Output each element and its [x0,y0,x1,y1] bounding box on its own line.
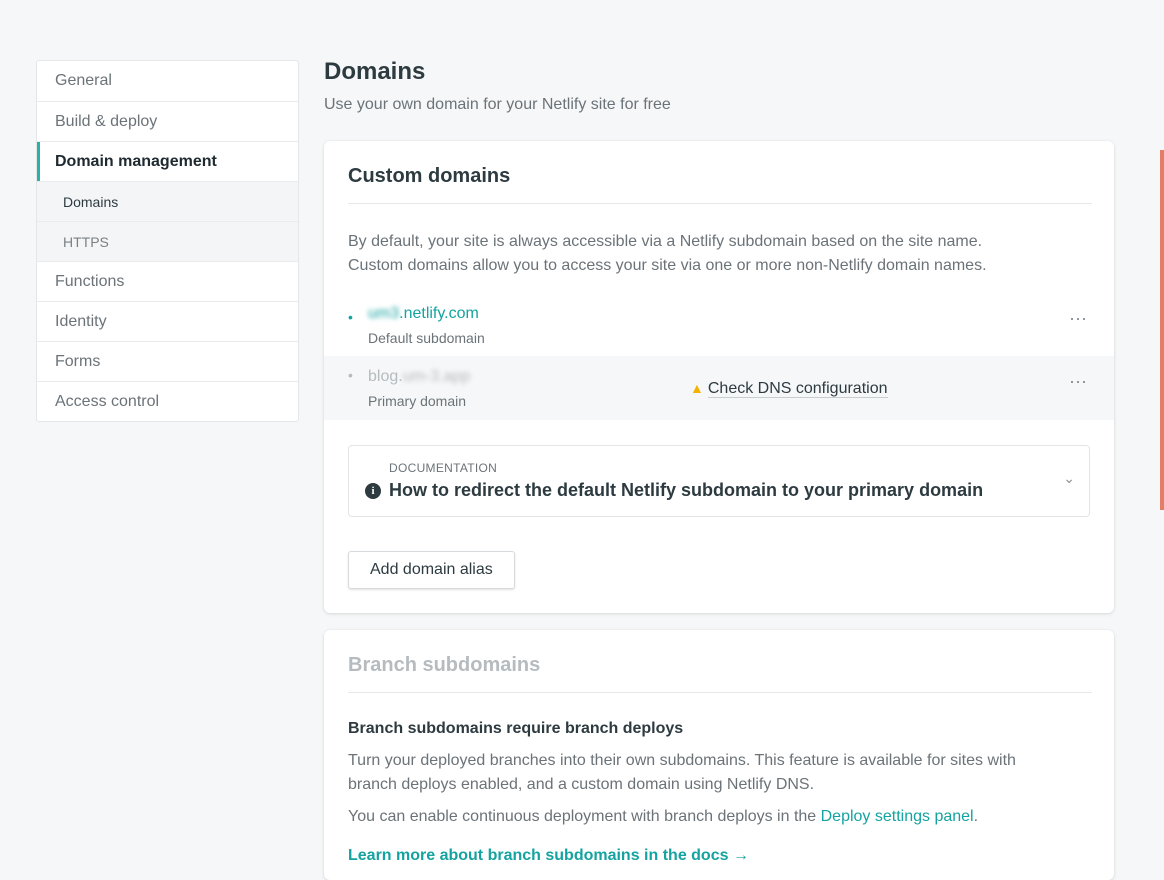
doc-kicker: DOCUMENTATION [389,461,498,475]
learn-more-link[interactable]: Learn more about branch subdomains in th… [348,847,749,865]
sidebar-item-functions[interactable]: Functions [37,261,298,301]
divider [348,203,1092,204]
domain-name-text: .netlify.com [399,305,479,322]
sidebar-item-general[interactable]: General [37,61,298,101]
domain-name-text: blog. [368,368,403,385]
card-title: Branch subdomains [348,654,541,676]
settings-sidebar: General Build & deploy Domain management… [36,60,299,422]
divider [348,692,1092,693]
enable-suffix: . [973,808,979,825]
sidebar-subitem-domains[interactable]: Domains [37,181,298,221]
card-title: Custom domains [348,165,511,187]
domain-name-redacted: um3 [368,305,400,322]
domain-name-link[interactable]: um3.netlify.com [368,305,479,323]
enable-prefix: You can enable continuous deployment wit… [348,808,821,825]
domain-row-primary: • blog.um-3.app Primary domain ▲ Check DN… [324,356,1114,420]
description-line-1: By default, your site is always accessib… [348,233,983,250]
bullet-icon: • [348,367,353,383]
description-line-2: Custom domains allow you to access your … [348,257,987,274]
doc-title: How to redirect the default Netlify subd… [389,480,984,500]
custom-domains-card: Custom domains By default, your site is … [324,141,1114,613]
sidebar-item-identity[interactable]: Identity [37,301,298,341]
check-dns-link[interactable]: Check DNS configuration [707,380,888,398]
section-heading: Branch subdomains require branch deploys [348,720,684,737]
sidebar-item-build-deploy[interactable]: Build & deploy [37,101,298,141]
warning-icon: ▲ [690,380,704,396]
bullet-icon: • [348,309,353,325]
documentation-expander[interactable]: DOCUMENTATION i How to redirect the defa… [348,445,1090,517]
domain-label: Default subdomain [368,330,485,346]
sidebar-item-access-control[interactable]: Access control [37,381,298,421]
chevron-down-icon[interactable]: ⌄ [1063,470,1075,487]
sidebar-item-forms[interactable]: Forms [37,341,298,381]
page-subtitle: Use your own domain for your Netlify sit… [324,96,671,113]
deploy-settings-link[interactable]: Deploy settings panel [821,808,974,825]
add-domain-alias-button[interactable]: Add domain alias [348,551,515,589]
domain-name-link[interactable]: blog.um-3.app [368,368,470,386]
description-line-1: Turn your deployed branches into their o… [348,752,1016,769]
more-options-icon[interactable]: ⋯ [1069,309,1088,330]
domain-label: Primary domain [368,393,467,409]
sidebar-subitem-https[interactable]: HTTPS [37,221,298,261]
dns-warning: ▲ Check DNS configuration [690,380,888,398]
scroll-indicator [1160,150,1164,510]
description-line-2: branch deploys enabled, and a custom dom… [348,776,815,793]
info-icon: i [365,483,381,499]
sidebar-item-domain-management[interactable]: Domain management [37,141,298,181]
branch-subdomains-card: Branch subdomains Branch subdomains requ… [324,630,1114,880]
enable-text: You can enable continuous deployment wit… [348,805,1048,829]
page-title: Domains [324,58,426,85]
domain-name-redacted: um-3.app [402,368,471,385]
more-options-icon[interactable]: ⋯ [1069,372,1088,393]
